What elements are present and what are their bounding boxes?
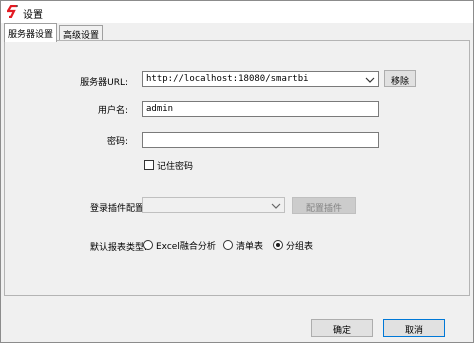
chevron-down-icon[interactable] (271, 201, 281, 210)
server-url-combo[interactable]: http://localhost:18080/smartbi (142, 71, 379, 87)
tab-advanced-settings[interactable]: 高级设置 (59, 25, 104, 41)
radio-group-table-label: 分组表 (286, 242, 314, 252)
password-input[interactable] (142, 132, 379, 148)
server-url-label: 服务器URL: (80, 78, 128, 88)
radio-excel-analysis-label: Excel融合分析 (156, 242, 216, 252)
smartbi-logo-icon (7, 5, 18, 18)
title-bar: 设置 (1, 1, 473, 23)
login-plugin-combo[interactable] (142, 197, 285, 213)
remember-password-checkbox[interactable] (144, 160, 154, 170)
radio-list-table[interactable] (223, 240, 233, 250)
tab-server-settings[interactable]: 服务器设置 (4, 23, 58, 42)
radio-excel-analysis[interactable] (143, 240, 153, 250)
login-plugin-label: 登录插件配置: (89, 204, 147, 214)
cancel-button[interactable]: 取消 (383, 319, 445, 337)
radio-list-table-label: 清单表 (236, 242, 264, 252)
dialog-footer: 确定 取消 (1, 301, 473, 342)
settings-dialog: 设置 服务器设置 高级设置 服务器URL: http://localhost:1… (0, 0, 474, 343)
username-input[interactable]: admin (142, 101, 379, 117)
default-report-type-label: 默认报表类型: (89, 243, 147, 253)
chevron-down-icon[interactable] (365, 75, 375, 84)
remove-button[interactable]: 移除 (384, 70, 416, 87)
ok-button[interactable]: 确定 (311, 319, 373, 337)
window-title: 设置 (23, 10, 43, 21)
username-label: 用户名: (97, 106, 128, 116)
password-label: 密码: (106, 137, 128, 147)
server-url-value: http://localhost:18080/smartbi (146, 74, 309, 84)
server-settings-panel: 服务器URL: http://localhost:18080/smartbi 移… (4, 40, 470, 296)
remember-password-label: 记住密码 (157, 162, 194, 172)
configure-plugin-button[interactable]: 配置插件 (292, 197, 356, 214)
radio-group-table[interactable] (273, 240, 283, 250)
